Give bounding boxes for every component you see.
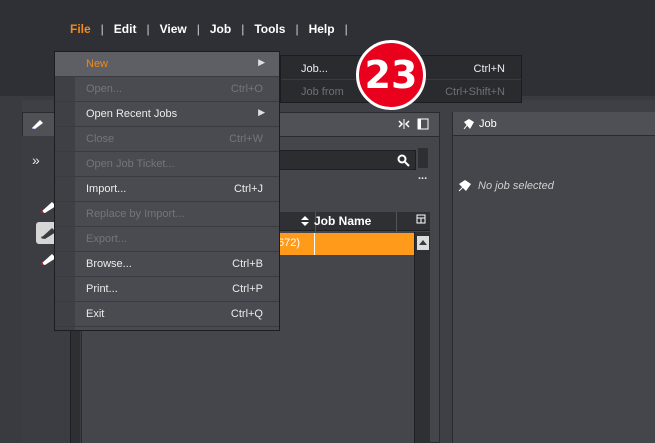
menu-item-label: Browse... (86, 258, 132, 270)
submenu-item-label: Job... (301, 63, 328, 75)
menu-item-shortcut: Ctrl+Q (230, 308, 263, 320)
magnifier-icon[interactable] (397, 154, 410, 170)
menu-separator: | (100, 22, 104, 36)
step-number-callout: 23 (356, 40, 426, 110)
expand-chevrons-icon[interactable]: » (32, 152, 40, 168)
job-leaf-icon (458, 179, 472, 195)
panel-toggle-icon[interactable] (417, 118, 429, 133)
job-detail-title: Job (479, 118, 497, 130)
file-menu-dropdown: New ▶ Open... Ctrl+O Open Recent Jobs ▶ Close C… (54, 51, 280, 331)
menu-item-browse[interactable]: Browse... Ctrl+B (55, 252, 279, 277)
menu-view[interactable]: View (156, 22, 191, 36)
submenu-item-shortcut: Ctrl+N (473, 63, 505, 75)
submenu-arrow-icon: ▶ (258, 107, 265, 117)
column-selector-icon[interactable] (416, 214, 426, 227)
column-divider (396, 212, 397, 231)
submenu-item-label: Job from (301, 86, 344, 98)
submenu-item-shortcut: Ctrl+Shift+N (445, 86, 505, 98)
menu-separator: | (196, 22, 200, 36)
menu-item-label: Open Job Ticket... (86, 158, 175, 170)
menu-item-import[interactable]: Import... Ctrl+J (55, 177, 279, 202)
submenu-arrow-icon: ▶ (258, 57, 265, 67)
menu-job[interactable]: Job (206, 22, 235, 36)
menu-item-shortcut: Ctrl+W (229, 133, 263, 145)
menu-item-label: Open Recent Jobs (86, 108, 178, 120)
menu-item-shortcut: Ctrl+J (233, 183, 263, 195)
sort-icon[interactable] (300, 215, 310, 230)
menu-item-open-recent-jobs[interactable]: Open Recent Jobs ▶ (55, 102, 279, 127)
job-detail-panel: Job (452, 112, 655, 443)
menu-item-shortcut: Ctrl+O (230, 83, 263, 95)
menu-item-label: Export... (86, 233, 127, 245)
menu-separator: | (146, 22, 150, 36)
menu-item-close[interactable]: Close Ctrl+W (55, 127, 279, 152)
column-divider (314, 233, 315, 255)
table-cell-partial: 672) (278, 237, 301, 249)
menu-item-label: Import... (86, 183, 127, 195)
scrollbar-up-button[interactable] (417, 236, 429, 250)
menu-item-shortcut: Ctrl+P (232, 283, 263, 295)
menu-item-export[interactable]: Export... (55, 227, 279, 252)
column-header-job-name[interactable]: Job Name (314, 214, 371, 228)
menu-item-print[interactable]: Print... Ctrl+P (55, 277, 279, 302)
panel-header-icons (397, 118, 429, 133)
menu-item-open[interactable]: Open... Ctrl+O (55, 77, 279, 102)
menu-help[interactable]: Help (305, 22, 339, 36)
menu-item-label: Open... (86, 83, 123, 95)
empty-state-message: No job selected (478, 180, 554, 192)
menu-item-label: Close (86, 133, 115, 145)
menu-item-new[interactable]: New ▶ (55, 52, 279, 77)
menu-tools[interactable]: Tools (250, 22, 289, 36)
menu-item-shortcut: Ctrl+B (232, 258, 263, 270)
split-view-icon[interactable] (397, 118, 411, 133)
job-detail-header: Job (453, 112, 655, 136)
menu-separator: | (241, 22, 245, 36)
menu-item-replace-by-import[interactable]: Replace by Import... (55, 202, 279, 227)
job-leaf-icon (463, 118, 475, 133)
menu-item-open-job-ticket[interactable]: Open Job Ticket... (55, 152, 279, 177)
search-scrollbar[interactable] (418, 148, 428, 168)
menu-separator: | (295, 22, 299, 36)
menu-item-exit[interactable]: Exit Ctrl+Q (55, 302, 279, 327)
more-options-button[interactable]: ... (418, 170, 427, 182)
menu-bar-items: File | Edit | View | Job | Tools | Help … (66, 22, 354, 36)
menu-item-label: New (86, 58, 109, 70)
table-vertical-scrollbar[interactable] (414, 232, 430, 443)
menu-item-label: Replace by Import... (86, 208, 185, 220)
pen-tool-icon[interactable] (31, 118, 45, 130)
menu-separator: | (344, 22, 348, 36)
menu-item-label: Print... (86, 283, 118, 295)
menu-edit[interactable]: Edit (110, 22, 141, 36)
menu-file[interactable]: File (66, 22, 95, 36)
menu-item-label: Exit (86, 308, 105, 320)
search-input[interactable] (270, 150, 416, 170)
